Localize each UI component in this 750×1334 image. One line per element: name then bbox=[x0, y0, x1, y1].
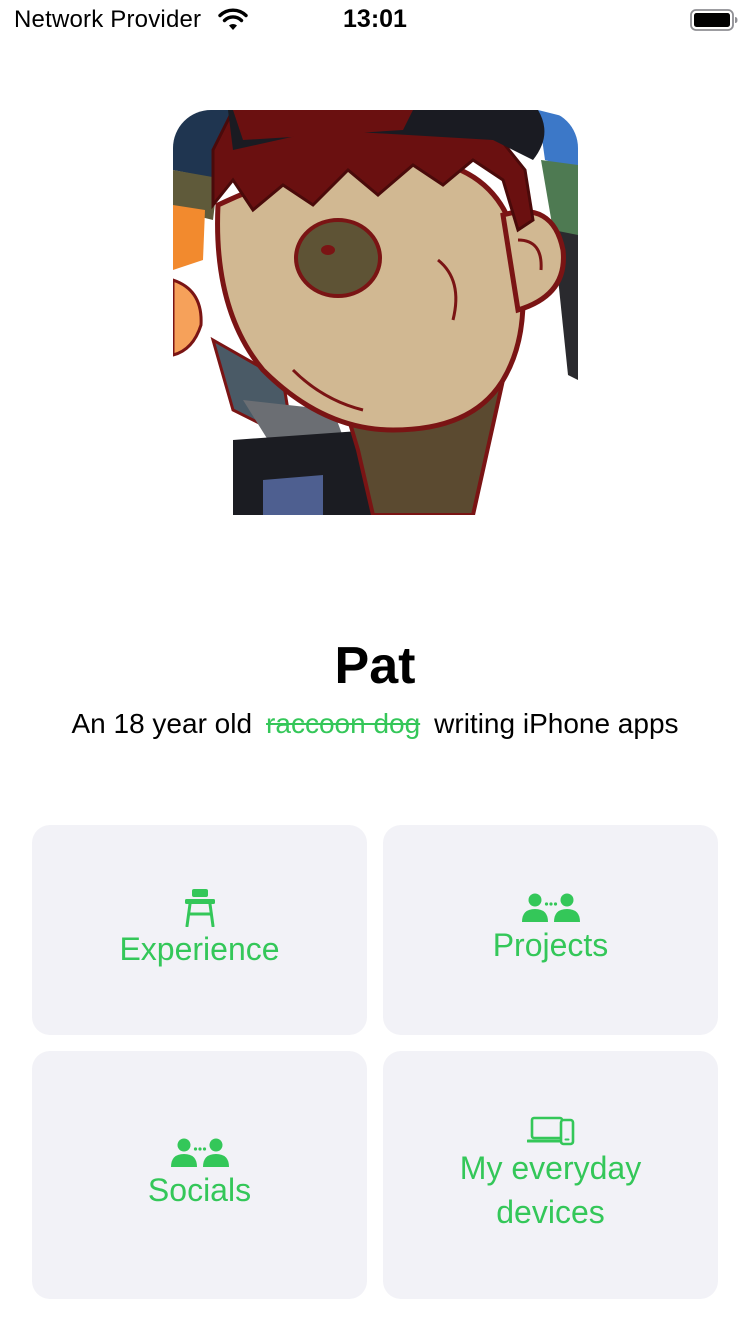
people-icon bbox=[521, 893, 581, 923]
battery-icon bbox=[690, 8, 738, 32]
profile-tagline: An 18 year old raccoon dog writing iPhone … bbox=[0, 704, 750, 744]
devices-card[interactable]: My everyday devices bbox=[383, 1051, 718, 1299]
experience-label: Experience bbox=[119, 931, 280, 967]
experience-card[interactable]: Experience bbox=[32, 825, 367, 1035]
tagline-prefix: An 18 year old bbox=[71, 708, 253, 739]
people-icon bbox=[170, 1138, 230, 1168]
devices-label: My everyday devices bbox=[459, 1150, 642, 1230]
tagline-suffix: writing iPhone apps bbox=[434, 708, 679, 739]
socials-card[interactable]: Socials bbox=[32, 1051, 367, 1299]
projects-label: Projects bbox=[492, 927, 609, 963]
status-time: 13:01 bbox=[343, 5, 407, 33]
screen: Network Provider 13:01 Pat An 18 year ol… bbox=[0, 0, 750, 1334]
avatar bbox=[173, 110, 578, 515]
socials-label: Socials bbox=[147, 1172, 252, 1208]
status-bar: Network Provider 13:01 bbox=[0, 0, 750, 44]
laptop-phone-icon bbox=[526, 1116, 575, 1146]
profile-name: Pat bbox=[334, 637, 416, 695]
tagline-struck-text: raccoon dog bbox=[266, 708, 421, 739]
school-desk-icon bbox=[183, 889, 217, 927]
projects-card[interactable]: Projects bbox=[383, 825, 718, 1035]
